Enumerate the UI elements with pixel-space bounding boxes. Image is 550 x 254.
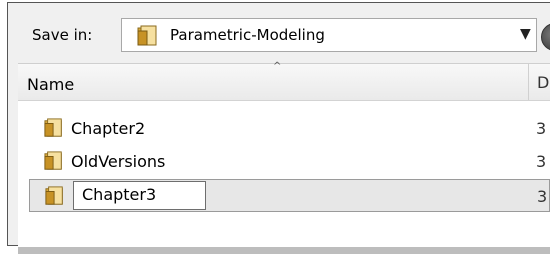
folder-icon bbox=[44, 151, 62, 170]
list-item[interactable]: OldVersions 3 bbox=[18, 148, 550, 173]
column-header-row: ^ Name D bbox=[18, 61, 550, 101]
list-item[interactable]: Chapter2 3 bbox=[18, 115, 550, 140]
save-in-dropdown[interactable]: Parametric-Modeling ▼ bbox=[121, 18, 537, 52]
folder-icon bbox=[137, 25, 157, 46]
chevron-down-icon[interactable]: ▼ bbox=[520, 26, 531, 42]
back-button-icon[interactable] bbox=[541, 23, 550, 51]
sort-ascending-icon: ^ bbox=[273, 61, 282, 72]
save-in-label: Save in: bbox=[32, 26, 93, 44]
rename-input[interactable]: Chapter3 bbox=[73, 181, 206, 210]
list-item-date: 3 bbox=[536, 152, 547, 171]
file-list: ^ Name D Chapter2 3 OldVersions 3 3 Chap… bbox=[18, 61, 550, 247]
list-item-date: 3 bbox=[536, 119, 547, 138]
column-header-name[interactable]: Name bbox=[27, 75, 74, 94]
list-item-name: Chapter2 bbox=[71, 119, 146, 138]
list-item-name: OldVersions bbox=[71, 152, 166, 171]
save-in-folder: Parametric-Modeling bbox=[170, 26, 325, 44]
list-item-date: 3 bbox=[537, 187, 548, 206]
column-header-date[interactable]: D bbox=[537, 73, 549, 92]
folder-icon bbox=[45, 186, 63, 205]
folder-icon bbox=[44, 118, 62, 137]
column-divider[interactable] bbox=[528, 64, 529, 100]
